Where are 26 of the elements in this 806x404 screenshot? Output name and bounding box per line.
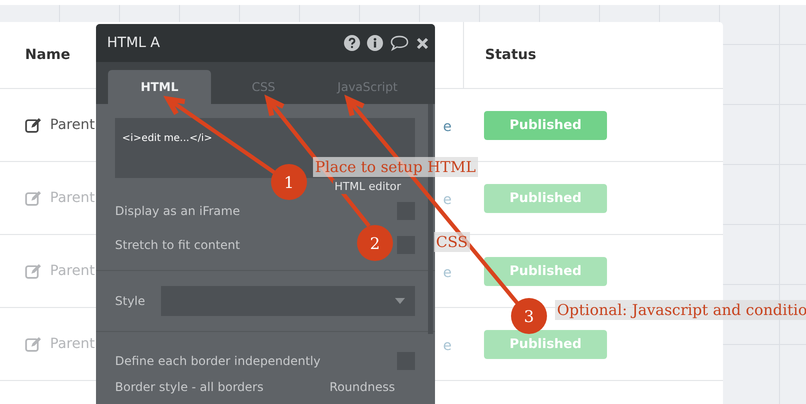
annotation-label: Optional: Javascript and conditio	[555, 300, 806, 320]
annotation-label: Place to setup HTML	[313, 157, 478, 177]
table-cell-text: e	[442, 338, 452, 354]
table-cell: Parent	[50, 336, 95, 352]
editor-caption: HTML editor	[332, 180, 403, 194]
status-badge: Published	[484, 256, 607, 286]
annotation-label: CSS	[434, 232, 470, 252]
table-cell: Parent	[50, 117, 95, 133]
option-label: Border style - all borders	[115, 380, 264, 394]
table-cell-text: e	[442, 192, 452, 208]
option-label: Roundness	[330, 380, 395, 394]
option-label: Stretch to fit content	[115, 238, 240, 252]
column-header: Status	[485, 47, 536, 63]
tab[interactable]: HTML	[108, 70, 211, 104]
table-cell: Parent	[50, 190, 95, 206]
status-badge: Published	[484, 330, 607, 358]
option-label: Display as an iFrame	[115, 204, 240, 218]
status-badge: Published	[484, 110, 607, 140]
table-cell-text: e	[442, 118, 452, 134]
option-label: Define each border independently	[115, 354, 320, 368]
panel-title: HTML A	[107, 35, 160, 51]
column-header: Name	[25, 47, 70, 63]
option-label: Style	[115, 294, 146, 308]
table-cell: Parent	[50, 263, 95, 279]
table-cell-text: e	[442, 264, 452, 280]
status-badge: Published	[484, 184, 607, 212]
